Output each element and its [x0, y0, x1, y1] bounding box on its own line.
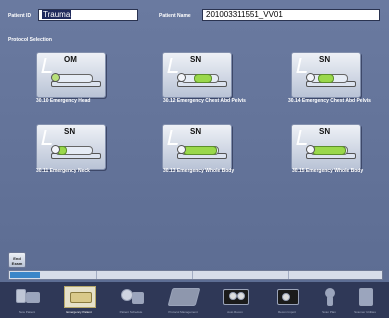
patient-icon	[12, 286, 42, 306]
patient-id-field[interactable]: Trauma	[38, 9, 138, 21]
protocol-management-icon	[167, 286, 201, 306]
task-label: Emergency Patient	[66, 310, 92, 314]
emergency-patient-screen: Patient ID Trauma Patient Name 201003311…	[0, 0, 389, 318]
task-label: Protocol Management	[168, 310, 198, 314]
task-label: Auto Recon	[227, 310, 243, 314]
task-label: Patient Schedule	[119, 310, 143, 314]
patient-position-icon	[296, 58, 310, 73]
protocol-code: SN	[64, 127, 76, 136]
patient-position-icon	[41, 58, 55, 73]
head-highlight-icon	[51, 73, 60, 82]
protocol-label: 30.15 Emergency Whole Body	[292, 168, 364, 174]
task-protocol-management[interactable]: Protocol Management	[160, 284, 206, 316]
protocol-code: SN	[190, 55, 202, 64]
emergency-patient-icon	[64, 286, 96, 308]
protocol-button-emergency-whole-body-2[interactable]: SN	[291, 124, 361, 170]
protocol-label: 30.10 Emergency Head	[36, 98, 91, 104]
head-icon	[177, 73, 186, 82]
protocol-code: SN	[319, 127, 331, 136]
scan-region-highlight	[318, 74, 334, 83]
head-icon	[306, 73, 315, 82]
end-exam-button[interactable]: End Exam	[8, 252, 26, 268]
progress-bar	[8, 270, 383, 280]
task-label: Scanner Utilities	[354, 310, 376, 314]
protocol-code: OM	[64, 55, 77, 64]
protocol-button-emergency-neck[interactable]: SN	[36, 124, 106, 170]
task-recon-import[interactable]: Recon Import	[264, 284, 310, 316]
patient-id-value: Trauma	[42, 10, 72, 19]
progress-divider	[288, 271, 289, 279]
scan-plan-icon	[314, 286, 344, 306]
protocol-button-emergency-chest-abd-pelvis-1[interactable]: SN	[162, 52, 232, 98]
protocol-selection-title: Protocol Selection	[8, 37, 52, 43]
progress-divider	[192, 271, 193, 279]
protocol-button-emergency-whole-body-1[interactable]: SN	[162, 124, 232, 170]
patient-position-icon	[167, 130, 181, 145]
protocol-label: 30.14 Emergency Chest Abd Pelvis	[288, 98, 371, 104]
patient-name-label: Patient Name	[159, 13, 191, 19]
protocol-label: 30.12 Emergency Chest Abd Pelvis	[163, 98, 246, 104]
task-emergency-patient[interactable]: Emergency Patient	[56, 284, 102, 316]
head-icon	[51, 145, 60, 154]
task-label: New Patient	[18, 310, 36, 314]
taskbar: New Patient Emergency Patient Patient Sc…	[0, 282, 389, 318]
progress-divider	[96, 271, 97, 279]
protocol-button-emergency-head[interactable]: OM	[36, 52, 106, 98]
task-auto-recon[interactable]: Auto Recon	[212, 284, 258, 316]
head-icon	[177, 145, 186, 154]
body-icon	[55, 74, 93, 83]
scan-region-highlight	[194, 74, 212, 83]
scan-region-highlight	[183, 146, 217, 155]
patient-position-icon	[41, 130, 55, 145]
recon-import-icon	[272, 286, 302, 306]
protocol-label: 30.13 Emergency Whole Body	[163, 168, 235, 174]
scanner-utilities-icon	[350, 286, 380, 306]
progress-fill	[10, 272, 40, 278]
task-label: Recon Import	[277, 310, 296, 314]
task-patient-schedule[interactable]: Patient Schedule	[108, 284, 154, 316]
scan-region-highlight	[312, 146, 346, 155]
protocol-code: SN	[319, 55, 331, 64]
protocol-label: 30.11 Emergency Neck	[36, 168, 90, 174]
schedule-icon	[116, 286, 146, 306]
patient-position-icon	[167, 58, 181, 73]
head-icon	[306, 145, 315, 154]
patient-id-label: Patient ID	[8, 13, 32, 19]
protocol-button-emergency-chest-abd-pelvis-2[interactable]: SN	[291, 52, 361, 98]
task-scanner-utilities[interactable]: Scanner Utilities	[342, 284, 388, 316]
patient-name-field[interactable]: 201003311551_VV01	[202, 9, 380, 21]
auto-recon-icon	[220, 286, 250, 306]
patient-position-icon	[296, 130, 310, 145]
task-new-patient[interactable]: New Patient	[4, 284, 50, 316]
protocol-code: SN	[190, 127, 202, 136]
